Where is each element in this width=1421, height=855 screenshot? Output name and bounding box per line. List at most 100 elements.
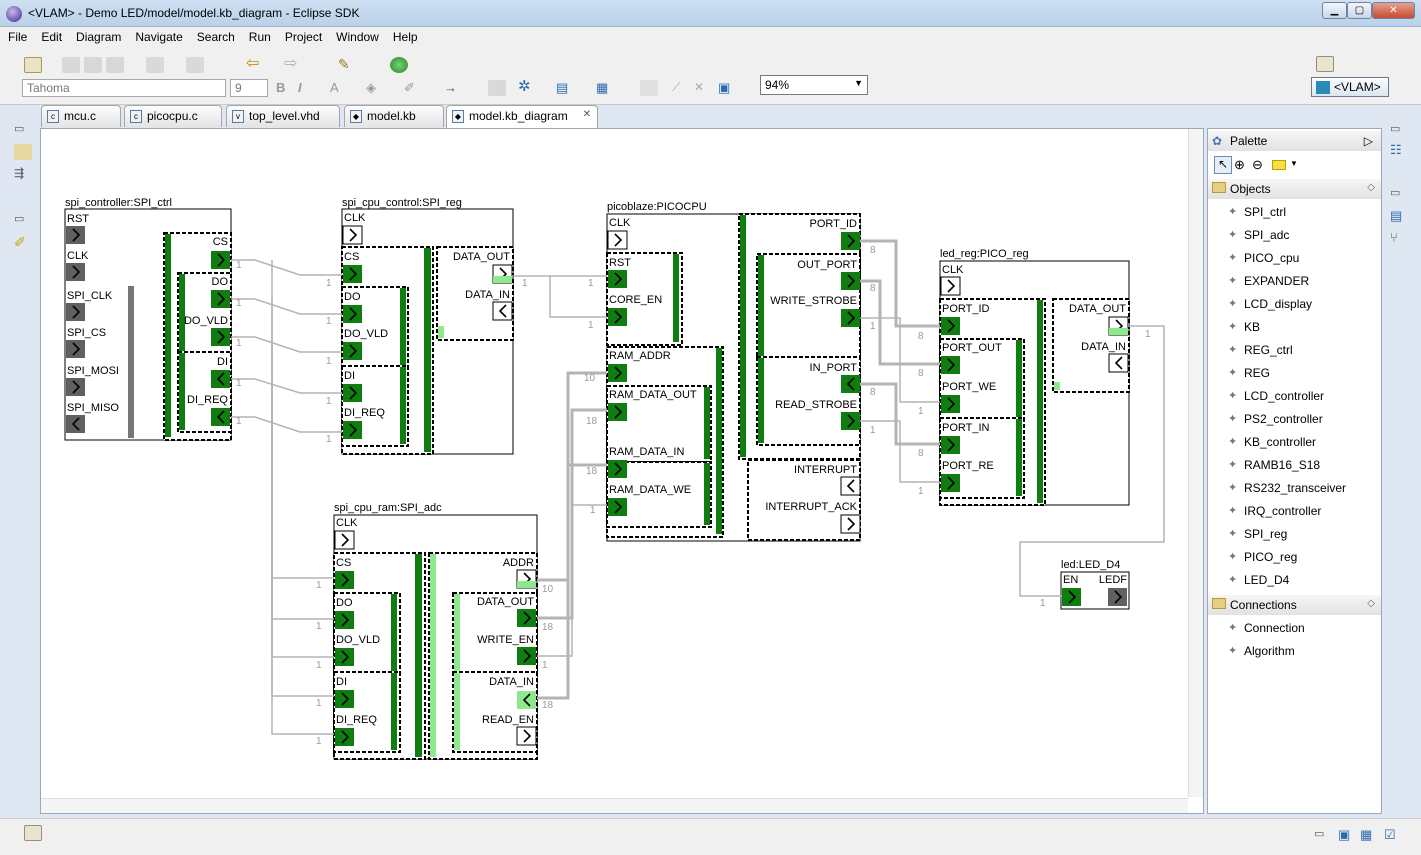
outline-icon[interactable]: ☷ [1390,142,1408,158]
arrange-icon[interactable]: ✲ [518,79,536,96]
hierarchy-icon[interactable]: ⇶ [14,166,32,182]
maximize-button[interactable]: ▢ [1347,2,1372,19]
problems-icon[interactable]: ☑ [1384,827,1402,843]
port-di-req[interactable] [335,728,354,746]
diagram-svg[interactable]: spi_controller:SPI_ctrl RST CLK SPI_CLK SPI_… [41,129,1187,797]
port-write-en[interactable] [517,647,536,665]
restore-icon[interactable]: ▭ [1314,827,1332,843]
port-port-id[interactable] [941,317,960,335]
palette-item-lcd-display[interactable]: LCD_display [1228,297,1312,311]
palette-item-pico-reg[interactable]: PICO_reg [1228,550,1297,564]
palette-item-led-d4[interactable]: LED_D4 [1228,573,1289,587]
palette-item-lcd-controller[interactable]: LCD_controller [1228,389,1324,403]
tree-icon[interactable]: ⑂ [1390,230,1408,246]
zoom-select[interactable]: 94% ▼ [760,75,868,95]
tab-picocpu-c[interactable]: c picocpu.c [124,105,222,127]
port-do[interactable] [335,611,354,629]
port-di[interactable] [335,690,354,708]
port-core-en[interactable] [608,308,627,326]
menu-edit[interactable]: Edit [33,27,68,44]
minimize-button[interactable]: ▁ [1322,2,1347,19]
port-data-out[interactable] [517,609,536,627]
palette-item-ramb16-s18[interactable]: RAMB16_S18 [1228,458,1320,472]
menu-navigate[interactable]: Navigate [127,27,188,44]
chevron-down-icon[interactable]: ▼ [1290,159,1298,168]
palette-item-reg-ctrl[interactable]: REG_ctrl [1228,343,1293,357]
wand-icon[interactable]: ✎ [338,57,356,73]
back-arrow-icon[interactable]: ⇦ [246,56,264,73]
port-interrupt[interactable] [840,476,861,496]
port-spi-cs[interactable] [66,340,85,358]
font-size-select[interactable]: 9 [230,79,268,97]
port-ram-data-we[interactable] [608,498,627,516]
port-di-req-in[interactable] [211,408,230,426]
palette-item-kb-controller[interactable]: KB_controller [1228,435,1316,449]
port-clk[interactable] [334,530,355,550]
port-clk[interactable] [66,263,85,281]
port-do-vld[interactable] [335,648,354,666]
vertical-scrollbar[interactable] [1188,129,1203,797]
tab-mcu-c[interactable]: c mcu.c [41,105,121,127]
palette-group-objects[interactable]: Objects ◇ [1208,179,1381,199]
palette-item-rs232-transceiver[interactable]: RS232_transceiver [1228,481,1346,495]
open-perspective-icon[interactable] [1316,56,1334,72]
export-icon[interactable] [186,57,204,73]
run-icon[interactable] [390,57,408,73]
port-spi-clk[interactable] [66,303,85,321]
port-write-strobe[interactable] [841,309,860,327]
collapse-icon[interactable]: ◇ [1367,598,1375,609]
select-tool-icon[interactable]: ↖ [1214,156,1232,174]
port-port-out[interactable] [941,356,960,374]
save-all-icon[interactable] [84,57,102,73]
port-port-id[interactable] [841,232,860,250]
line-color-icon[interactable]: ✐ [404,80,422,96]
port-clk[interactable] [342,225,363,245]
bold-icon[interactable]: B [276,80,294,96]
palette-item-algorithm[interactable]: Algorithm [1228,644,1295,658]
palette-item-pico-cpu[interactable]: PICO_cpu [1228,251,1299,265]
font-color-icon[interactable]: A [330,80,348,96]
port-port-we[interactable] [941,395,960,413]
close-button[interactable]: ✕ [1372,2,1415,19]
menu-file[interactable]: File [0,27,33,44]
restore-icon[interactable]: ▭ [14,122,32,138]
perspective-vlam-button[interactable]: <VLAM> [1311,77,1389,97]
port-interrupt-ack[interactable] [840,514,861,534]
port-en[interactable] [1062,588,1081,606]
palette-item-reg[interactable]: REG [1228,366,1270,380]
restore-icon[interactable]: ▭ [14,212,32,228]
layout-icon[interactable]: ▦ [596,80,614,96]
menu-search[interactable]: Search [189,27,241,44]
new-icon[interactable] [24,57,42,73]
port-di[interactable] [343,384,362,402]
restore-icon[interactable]: ▭ [1390,186,1408,202]
port-do[interactable] [343,305,362,323]
port-cs-out[interactable] [211,251,230,269]
port-spi-mosi[interactable] [66,378,85,396]
port-data-in[interactable] [1108,353,1129,373]
port-rst[interactable] [66,226,85,244]
port-out-port[interactable] [841,272,860,290]
line-style-icon[interactable]: → [444,80,462,96]
port-cs[interactable] [343,265,362,283]
compartment-icon[interactable] [640,80,658,96]
tab-model-kb-diagram[interactable]: ◆ model.kb_diagram ✕ [446,105,598,128]
palette-item-spi-adc[interactable]: SPI_adc [1228,228,1289,242]
port-clk[interactable] [607,230,628,250]
pin-icon[interactable]: ✐ [14,234,32,250]
port-di-req[interactable] [343,421,362,439]
menu-run[interactable]: Run [241,27,277,44]
properties-icon[interactable]: ▤ [1390,208,1408,224]
italic-icon[interactable]: I [298,80,316,96]
palette-group-connections[interactable]: Connections ◇ [1208,595,1381,615]
note-icon[interactable] [1272,160,1286,170]
grid-icon[interactable]: ▣ [718,80,736,96]
port-cs[interactable] [335,571,354,589]
menu-diagram[interactable]: Diagram [68,27,127,44]
save-icon[interactable] [62,57,80,73]
align-icon[interactable]: ▤ [556,80,574,96]
import-icon[interactable] [146,57,164,73]
palette-item-connection[interactable]: Connection [1228,621,1305,635]
port-read-strobe[interactable] [841,412,860,430]
diagram-canvas[interactable]: spi_controller:SPI_ctrl RST CLK SPI_CLK SPI_… [40,128,1204,814]
